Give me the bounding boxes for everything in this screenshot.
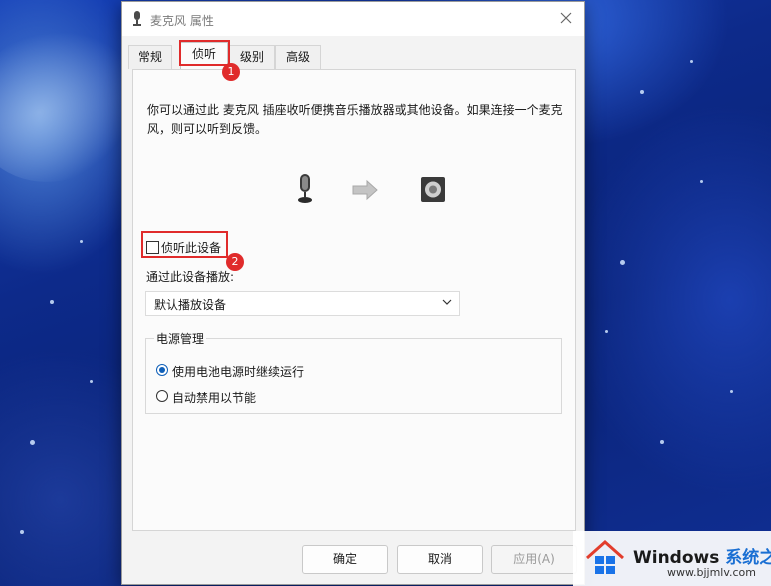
power-management-legend: 电源管理 <box>154 330 207 347</box>
cancel-button[interactable]: 取消 <box>397 545 483 574</box>
watermark-brand: Windows <box>633 548 720 568</box>
radio-button[interactable] <box>156 390 168 402</box>
chevron-down-icon <box>442 299 452 305</box>
tab-general[interactable]: 常规 <box>128 45 172 69</box>
mic-to-speaker-diagram <box>298 174 445 203</box>
radio-label: 使用电池电源时继续运行 <box>172 365 305 379</box>
listen-description: 你可以通过此 麦克风 插座收听便携音乐播放器或其他设备。如果连接一个麦克风，则可… <box>147 103 563 136</box>
microphone-device-icon <box>298 174 312 203</box>
annotation-badge-1: 1 <box>222 63 240 81</box>
watermark-brand-cn: 系统之家 <box>725 548 771 568</box>
annotation-badge-2: 2 <box>226 253 244 271</box>
speaker-device-icon <box>421 177 445 202</box>
arrow-right-icon <box>352 179 378 201</box>
tab-advanced[interactable]: 高级 <box>275 45 321 69</box>
watermark-url: www.bjjmlv.com <box>667 566 756 579</box>
playback-device-label: 通过此设备播放: <box>146 270 235 284</box>
microphone-icon <box>133 11 141 26</box>
apply-button[interactable]: 应用(A) <box>491 545 577 574</box>
power-management-group: 电源管理 使用电池电源时继续运行 自动禁用以节能 <box>145 330 562 414</box>
close-icon[interactable] <box>556 8 576 28</box>
radio-label: 自动禁用以节能 <box>172 391 257 405</box>
annotation-box-1 <box>179 40 230 66</box>
radio-button[interactable] <box>156 364 168 376</box>
playback-device-select[interactable]: 默认播放设备 <box>145 291 460 316</box>
microphone-properties-dialog: 麦克风 属性 常规 级别 高级 侦听 你可以通过此 麦克风 插座收听便携音乐播放… <box>121 1 585 585</box>
playback-device-value: 默认播放设备 <box>154 298 227 312</box>
title-bar: 麦克风 属性 <box>122 2 584 36</box>
ok-button[interactable]: 确定 <box>302 545 388 574</box>
watermark-title: Windows 系统之家 <box>633 543 771 568</box>
annotation-box-2 <box>141 231 228 258</box>
site-watermark: Windows 系统之家 www.bjjmlv.com <box>573 531 771 586</box>
windows-house-logo-icon <box>586 539 624 574</box>
window-title: 麦克风 属性 <box>150 14 214 28</box>
